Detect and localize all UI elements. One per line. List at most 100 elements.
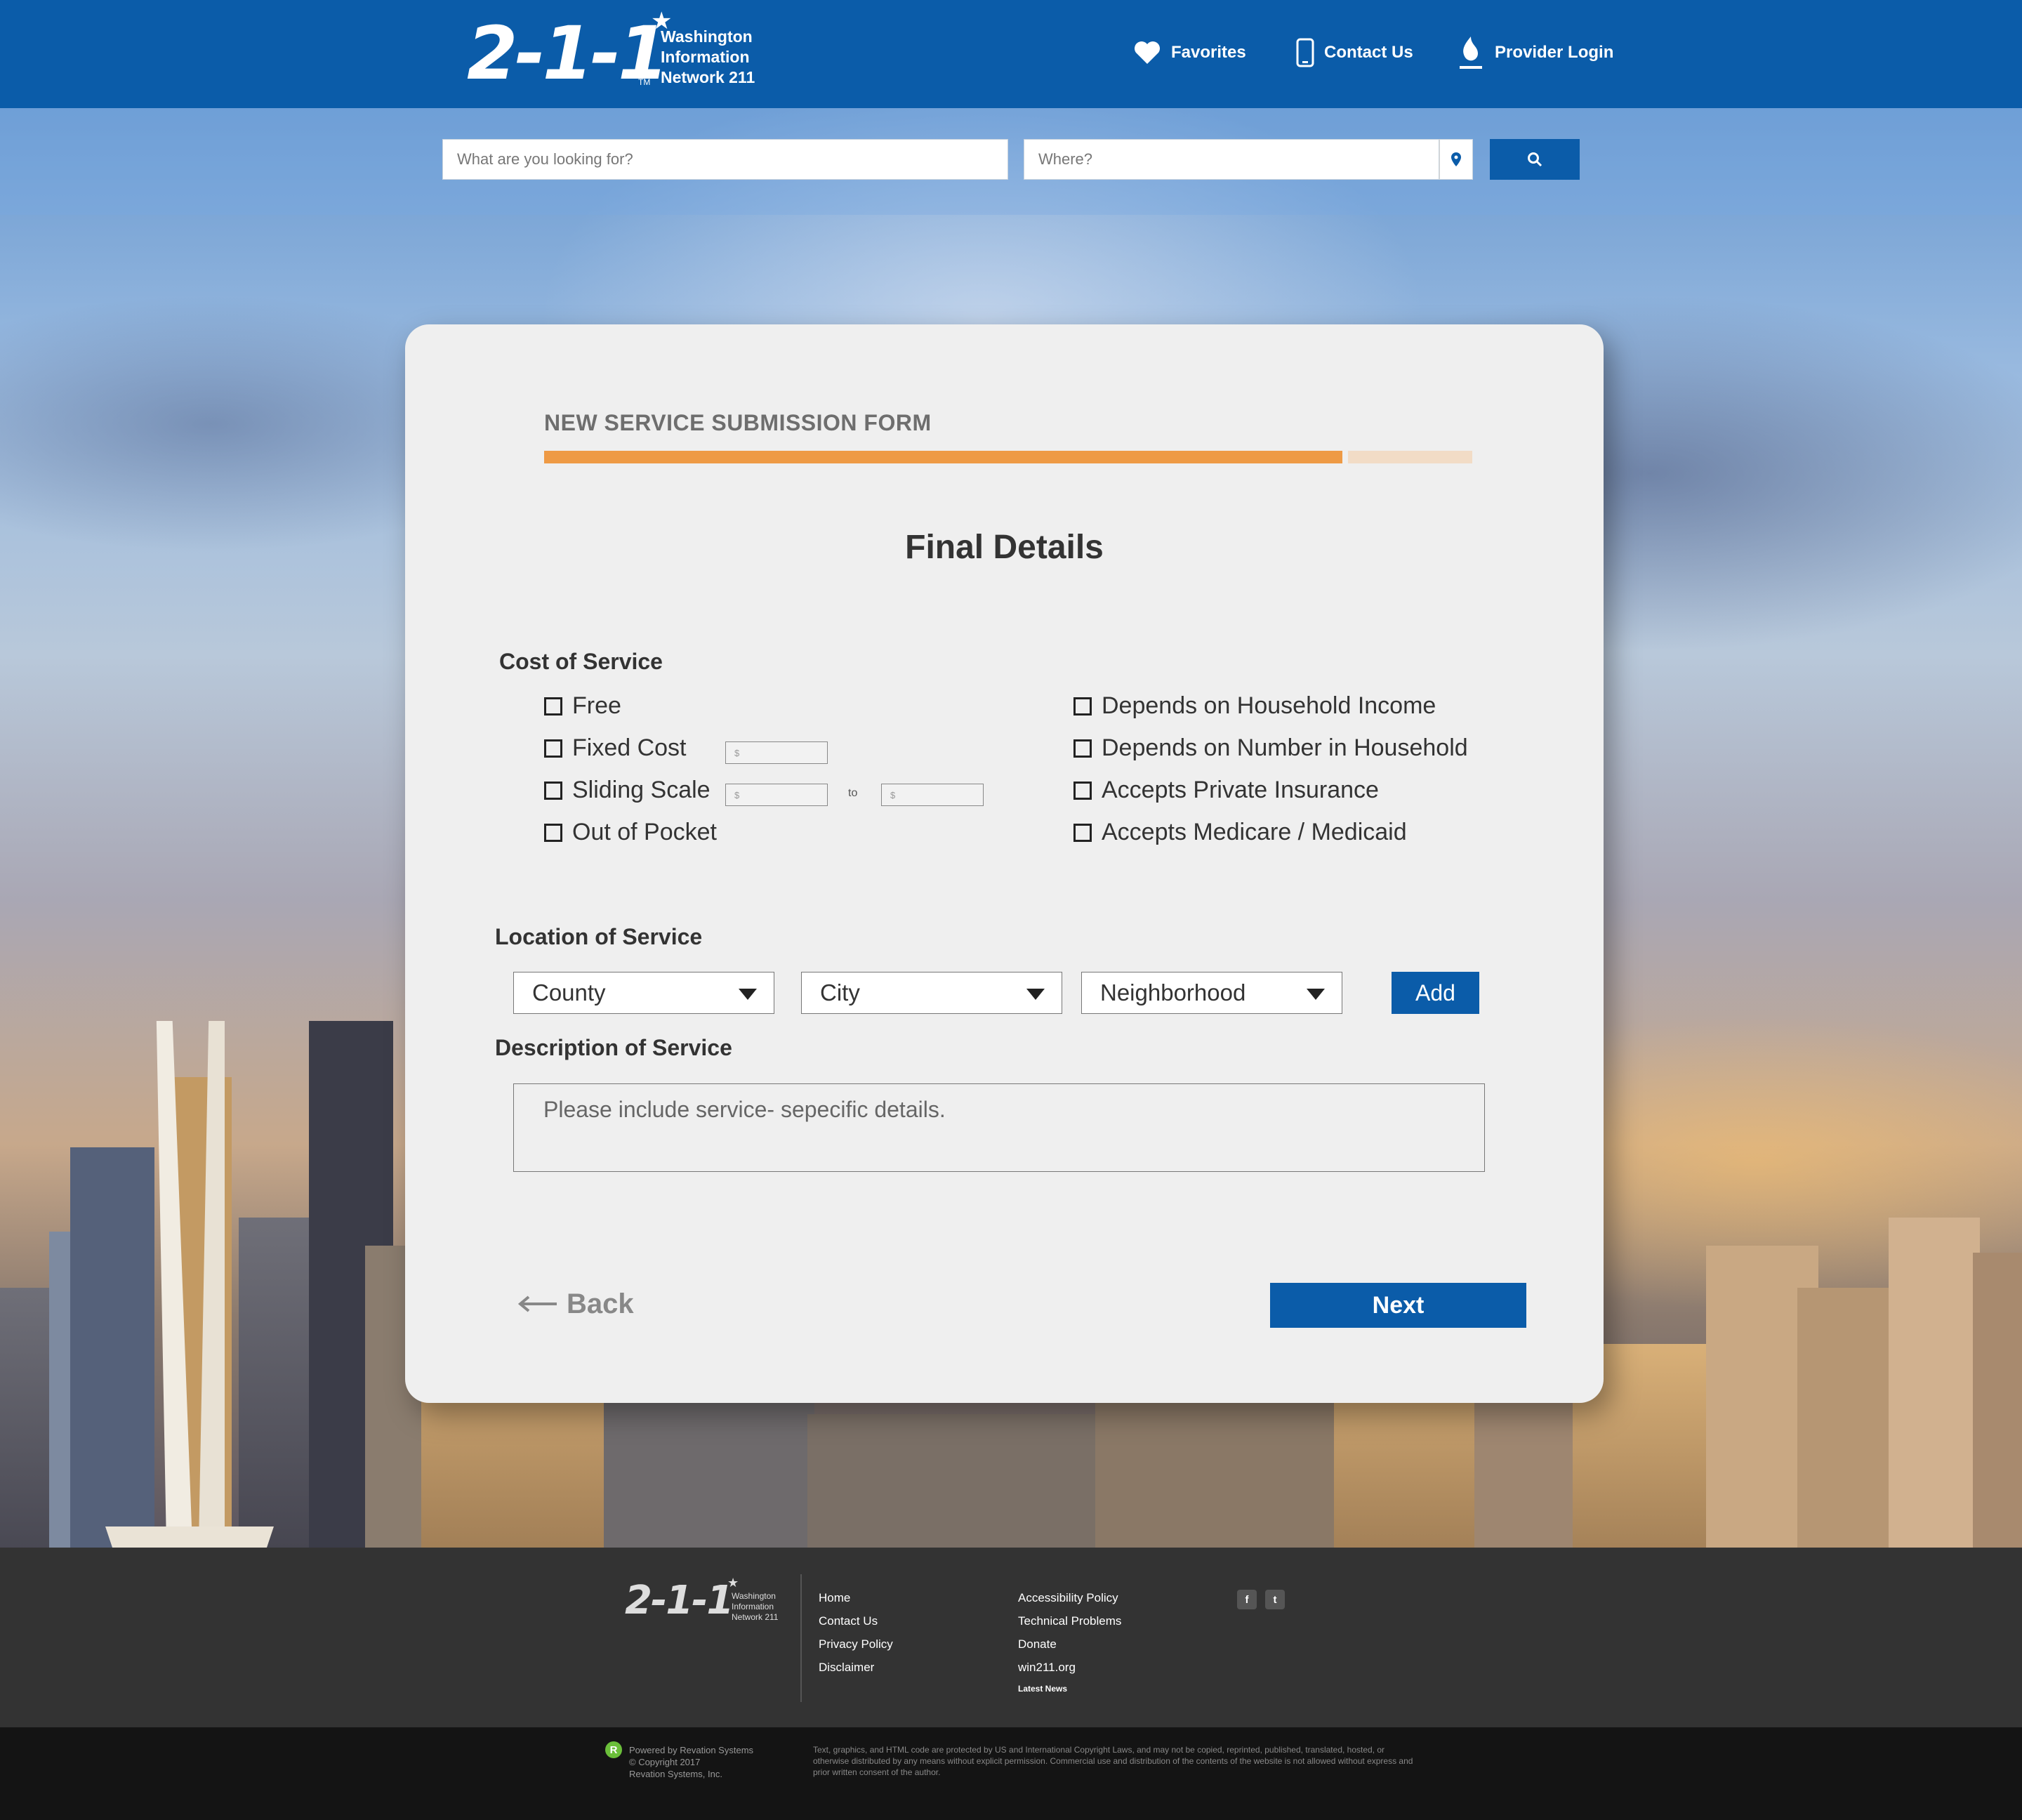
county-dropdown[interactable]: County (513, 972, 774, 1014)
footer-logo[interactable]: 2-1-1 ★ Washington Information Network 2… (625, 1576, 807, 1632)
revation-logo-icon: R (605, 1741, 622, 1758)
checkbox-fixed-cost[interactable]: Fixed Cost (544, 734, 687, 762)
caret-down-icon (739, 989, 757, 1000)
logo-tm: TM (638, 77, 651, 87)
nav-contact-label: Contact Us (1324, 43, 1413, 62)
checkbox-sliding-scale[interactable]: Sliding Scale (544, 777, 711, 804)
footer-link-accessibility[interactable]: Accessibility Policy (1018, 1591, 1121, 1614)
checkbox-household-income[interactable]: Depends on Household Income (1073, 692, 1436, 720)
footer-link-technical[interactable]: Technical Problems (1018, 1614, 1121, 1637)
footer-link-contact[interactable]: Contact Us (819, 1614, 893, 1637)
nav-contact-us[interactable]: Contact Us (1296, 37, 1413, 69)
top-header: 2-1-1 ★ TM Washington Information Networ… (0, 0, 2022, 108)
nav-favorites-label: Favorites (1171, 43, 1246, 62)
site-logo[interactable]: 2-1-1 ★ TM Washington Information Networ… (467, 7, 762, 98)
footer-link-privacy[interactable]: Privacy Policy (819, 1637, 893, 1661)
checkbox-box[interactable] (1073, 781, 1092, 800)
location-pin-button[interactable] (1439, 139, 1473, 180)
city-dropdown-value: City (820, 980, 860, 1005)
powered-line-2: © Copyright 2017 (629, 1757, 701, 1767)
page-heading: Final Details (905, 529, 1104, 566)
checkbox-free[interactable]: Free (544, 692, 621, 720)
checkbox-household-number-label: Depends on Number in Household (1102, 734, 1468, 761)
bottom-bar: R Powered by Revation Systems © Copyrigh… (0, 1727, 2022, 1820)
add-location-button[interactable]: Add (1392, 972, 1479, 1014)
footer-link-win211[interactable]: win211.org (1018, 1661, 1121, 1684)
checkbox-sliding-scale-label: Sliding Scale (572, 777, 711, 803)
footer-link-latest-news[interactable]: Latest News (1018, 1684, 1121, 1707)
checkbox-box[interactable] (1073, 739, 1092, 758)
checkbox-private-insurance-label: Accepts Private Insurance (1102, 777, 1379, 803)
checkbox-private-insurance[interactable]: Accepts Private Insurance (1073, 777, 1379, 804)
powered-line-1[interactable]: Powered by Revation Systems (629, 1744, 753, 1756)
submission-form-card: NEW SERVICE SUBMISSION FORM Final Detail… (405, 324, 1604, 1403)
location-pin-icon (1451, 152, 1461, 166)
footer: 2-1-1 ★ Washington Information Network 2… (0, 1548, 2022, 1727)
search-band: What are you looking for? Where? (0, 108, 2022, 215)
footer-logo-text: Washington Information Network 211 (732, 1591, 778, 1623)
checkbox-medicare-medicaid-label: Accepts Medicare / Medicaid (1102, 819, 1407, 845)
checkbox-medicare-medicaid[interactable]: Accepts Medicare / Medicaid (1073, 819, 1407, 846)
footer-logo-line-2: Information (732, 1602, 774, 1611)
description-of-service-label: Description of Service (495, 1035, 732, 1060)
legal-notice: Text, graphics, and HTML code are protec… (813, 1745, 1413, 1777)
logo-line-1: Washington (661, 27, 753, 46)
checkbox-box[interactable] (544, 739, 562, 758)
location-of-service-label: Location of Service (495, 924, 703, 949)
provider-icon (1460, 37, 1482, 69)
phone-icon (1296, 38, 1314, 67)
arrow-left-icon (517, 1295, 557, 1312)
nav-provider-label: Provider Login (1495, 43, 1614, 62)
footer-logo-line-1: Washington (732, 1591, 776, 1601)
next-button[interactable]: Next (1270, 1283, 1526, 1328)
checkbox-box[interactable] (1073, 697, 1092, 716)
footer-link-home[interactable]: Home (819, 1591, 893, 1614)
fixed-cost-input[interactable]: $ (725, 741, 828, 764)
caret-down-icon (1026, 989, 1045, 1000)
cost-of-service-label: Cost of Service (499, 649, 663, 674)
checkbox-household-income-label: Depends on Household Income (1102, 692, 1436, 719)
checkbox-free-label: Free (572, 692, 621, 719)
star-icon: ★ (727, 1576, 739, 1590)
footer-logo-number: 2-1-1 (625, 1578, 734, 1623)
footer-links-col1: Home Contact Us Privacy Policy Disclaime… (819, 1591, 893, 1684)
checkbox-box[interactable] (544, 823, 562, 842)
caret-down-icon (1307, 989, 1325, 1000)
form-progress-bar (544, 451, 1472, 463)
checkbox-out-of-pocket[interactable]: Out of Pocket (544, 819, 717, 846)
checkbox-box[interactable] (1073, 823, 1092, 842)
checkbox-fixed-cost-label: Fixed Cost (572, 734, 687, 761)
back-button[interactable]: Back (517, 1286, 634, 1321)
neighborhood-dropdown[interactable]: Neighborhood (1081, 972, 1342, 1014)
footer-links-col2: Accessibility Policy Technical Problems … (1018, 1591, 1121, 1707)
range-to-label: to (848, 787, 858, 799)
footer-logo-line-3: Network 211 (732, 1612, 779, 1622)
progress-fill (544, 451, 1342, 463)
search-what-input[interactable]: What are you looking for? (442, 139, 1008, 180)
search-button[interactable] (1490, 139, 1580, 180)
footer-divider (800, 1574, 802, 1702)
search-where-input[interactable]: Where? (1024, 139, 1439, 180)
neighborhood-dropdown-value: Neighborhood (1100, 980, 1246, 1005)
footer-link-disclaimer[interactable]: Disclaimer (819, 1661, 893, 1684)
sliding-scale-max-input[interactable]: $ (881, 784, 984, 806)
nav-provider-login[interactable]: Provider Login (1455, 37, 1613, 69)
sliding-scale-min-input[interactable]: $ (725, 784, 828, 806)
logo-number: 2-1-1 (467, 11, 668, 96)
logo-line-2: Information (661, 48, 750, 66)
checkbox-box[interactable] (544, 697, 562, 716)
checkbox-household-number[interactable]: Depends on Number in Household (1073, 734, 1468, 762)
twitter-icon[interactable]: t (1265, 1590, 1285, 1609)
powered-by: Powered by Revation Systems © Copyright … (629, 1744, 753, 1780)
description-textarea[interactable]: Please include service- sepecific detail… (513, 1083, 1485, 1172)
logo-text: Washington Information Network 211 (661, 27, 755, 88)
heart-icon (1135, 41, 1160, 64)
facebook-icon[interactable]: f (1237, 1590, 1257, 1609)
footer-link-donate[interactable]: Donate (1018, 1637, 1121, 1661)
nav-favorites[interactable]: Favorites (1133, 37, 1246, 69)
checkbox-out-of-pocket-label: Out of Pocket (572, 819, 717, 845)
search-icon (1528, 152, 1542, 167)
checkbox-box[interactable] (544, 781, 562, 800)
city-dropdown[interactable]: City (801, 972, 1062, 1014)
logo-line-3: Network 211 (661, 68, 755, 86)
